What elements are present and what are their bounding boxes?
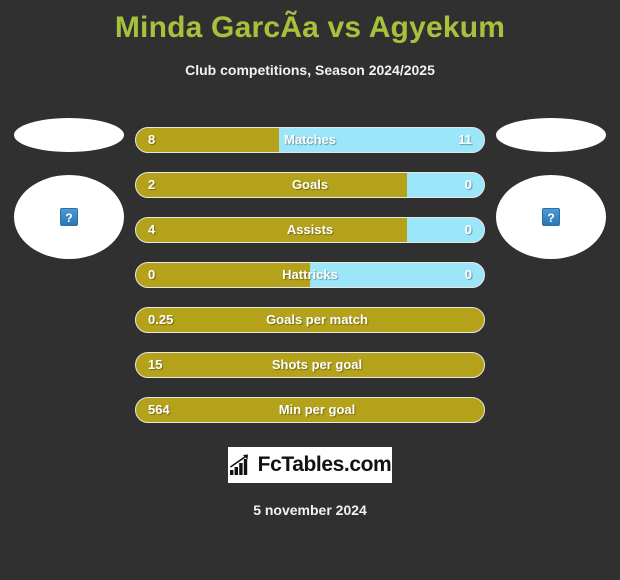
player-left-photo: ? bbox=[14, 175, 124, 259]
fctables-logo-text: FcTables.com bbox=[257, 453, 392, 476]
stat-bar-row: 4 Assists 0 bbox=[135, 217, 485, 243]
stat-label: Min per goal bbox=[278, 402, 356, 417]
stat-value-right: 0 bbox=[464, 177, 472, 192]
stat-bar-row: 2 Goals 0 bbox=[135, 172, 485, 198]
player-left-photo-top bbox=[14, 118, 124, 152]
stat-label: Shots per goal bbox=[271, 357, 363, 372]
fctables-logo[interactable]: FcTables.com bbox=[228, 447, 392, 483]
stat-label: Hattricks bbox=[282, 267, 338, 282]
stat-value-right: 0 bbox=[464, 267, 472, 282]
player-right-photo: ? bbox=[496, 175, 606, 259]
bar-chart-icon bbox=[229, 454, 248, 475]
page-subtitle: Club competitions, Season 2024/2025 bbox=[185, 62, 435, 78]
player-right-photo-top bbox=[496, 118, 606, 152]
stat-label: Assists bbox=[286, 222, 334, 237]
stat-bar-list: 8 Matches 11 2 Goals 0 4 Assists 0 0 Hattricks 0 0.2… bbox=[135, 127, 485, 442]
stat-value-right: 0 bbox=[464, 222, 472, 237]
stat-label: Goals per match bbox=[266, 312, 368, 327]
stat-bar-row: 0.25 Goals per match bbox=[135, 307, 485, 333]
stat-label: Goals bbox=[291, 177, 329, 192]
stat-bar-row: 564 Min per goal bbox=[135, 397, 485, 423]
report-date: 5 november 2024 bbox=[253, 502, 367, 518]
stat-bar-row: 8 Matches 11 bbox=[135, 127, 485, 153]
stat-value-right: 11 bbox=[458, 132, 472, 147]
stat-bar-row: 15 Shots per goal bbox=[135, 352, 485, 378]
broken-image-icon: ? bbox=[542, 208, 560, 226]
stat-bar-row: 0 Hattricks 0 bbox=[135, 262, 485, 288]
broken-image-icon: ? bbox=[60, 208, 78, 226]
stat-label: Matches bbox=[283, 132, 337, 147]
page-title: Minda GarcÃ­a vs Agyekum bbox=[114, 11, 506, 44]
